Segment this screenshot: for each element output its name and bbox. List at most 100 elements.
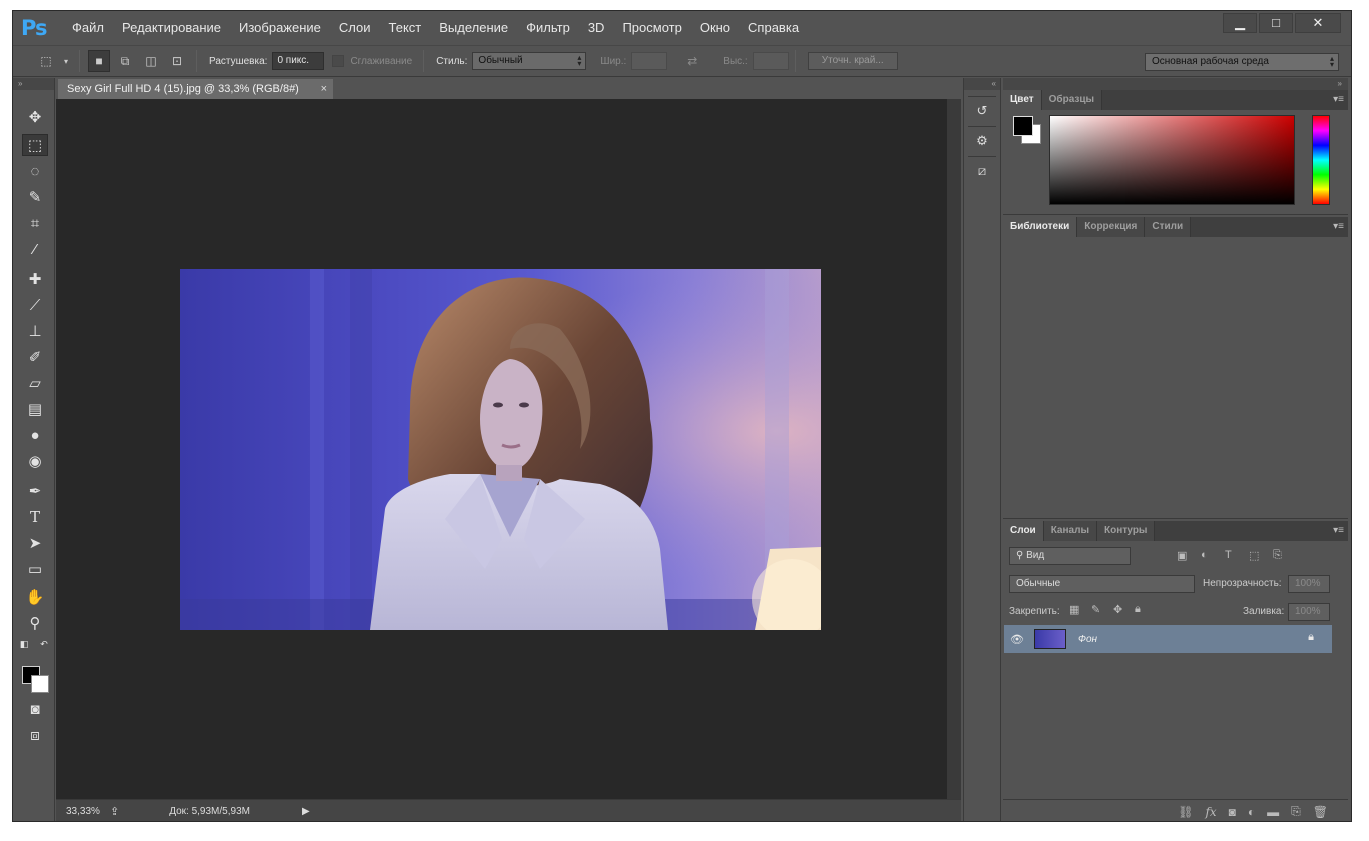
menu-filter[interactable]: Фильтр: [517, 11, 579, 45]
close-button[interactable]: ✕: [1295, 13, 1341, 33]
close-document-icon[interactable]: ×: [321, 79, 327, 99]
quick-mask-icon[interactable]: ◙: [22, 698, 48, 720]
paths-panel-icon[interactable]: ⧄: [968, 156, 996, 180]
move-icon[interactable]: ✥: [22, 106, 48, 128]
lock-transparency-icon[interactable]: ▦: [1069, 603, 1079, 616]
blur-icon[interactable]: ●: [22, 424, 48, 446]
panel-menu-icon[interactable]: ▾≡: [1333, 521, 1344, 541]
panels-collapse-icon[interactable]: »: [1003, 78, 1348, 90]
add-selection-icon[interactable]: ⧉: [114, 50, 136, 72]
link-layers-icon[interactable]: ⛓: [1178, 805, 1193, 819]
layer-style-fx-icon[interactable]: fx: [1205, 805, 1216, 819]
delete-layer-icon[interactable]: 🗑︎: [1313, 805, 1328, 819]
menu-edit[interactable]: Редактирование: [113, 11, 230, 45]
toolbar-collapse-icon[interactable]: »: [13, 78, 54, 90]
brush-icon[interactable]: ⟋: [22, 294, 48, 316]
minimize-button[interactable]: ▁: [1223, 13, 1257, 33]
feather-input[interactable]: 0 пикс.: [272, 52, 325, 70]
tab-layers[interactable]: Слои: [1003, 521, 1044, 541]
style-select[interactable]: Обычный ▴ ▾: [472, 52, 587, 70]
add-mask-icon[interactable]: ◙: [1229, 805, 1236, 819]
menu-file[interactable]: Файл: [63, 11, 113, 45]
filter-pixel-icon[interactable]: ▣: [1177, 549, 1187, 562]
panel-menu-icon[interactable]: ▾≡: [1333, 217, 1344, 237]
antialias-checkbox[interactable]: [332, 55, 345, 67]
tab-styles[interactable]: Стили: [1145, 217, 1192, 237]
marquee-preset-icon[interactable]: ⬚: [35, 50, 57, 72]
menu-3d[interactable]: 3D: [579, 11, 614, 45]
tab-libraries[interactable]: Библиотеки: [1003, 217, 1078, 237]
rectangle-icon[interactable]: ▭: [22, 558, 48, 580]
zoom-icon[interactable]: ⚲: [22, 612, 48, 634]
lock-pixels-icon[interactable]: ✎: [1091, 603, 1100, 616]
hue-slider[interactable]: [1312, 115, 1330, 205]
eyedropper-icon[interactable]: ⁄: [22, 238, 48, 260]
panel-menu-icon[interactable]: ▾≡: [1333, 90, 1344, 110]
export-icon[interactable]: ⇪: [110, 805, 119, 818]
eraser-icon[interactable]: ▱: [22, 372, 48, 394]
subtract-selection-icon[interactable]: ◫: [140, 50, 162, 72]
tab-adjustments[interactable]: Коррекция: [1077, 217, 1146, 237]
maximize-button[interactable]: □: [1259, 13, 1293, 33]
dock-collapse-icon[interactable]: «: [964, 78, 1000, 90]
properties-panel-icon[interactable]: ⚙: [968, 126, 996, 150]
status-menu-arrow-icon[interactable]: ▶: [302, 806, 310, 817]
adjustment-layer-icon[interactable]: ◐: [1248, 805, 1255, 819]
blend-mode-select[interactable]: Обычные: [1009, 575, 1195, 593]
fill-input[interactable]: 100%: [1288, 603, 1330, 621]
history-brush-icon[interactable]: ✐: [22, 346, 48, 368]
menu-type[interactable]: Текст: [380, 11, 431, 45]
tab-color[interactable]: Цвет: [1003, 90, 1042, 110]
menu-image[interactable]: Изображение: [230, 11, 330, 45]
swap-colors-icon[interactable]: ↶: [37, 638, 51, 650]
background-color-swatch[interactable]: [31, 675, 49, 693]
opacity-input[interactable]: 100%: [1288, 575, 1330, 593]
new-selection-icon[interactable]: ■: [88, 50, 110, 72]
preset-dropdown-icon[interactable]: ▾: [61, 50, 71, 72]
quick-select-icon[interactable]: ✎: [22, 186, 48, 208]
menu-window[interactable]: Окно: [691, 11, 739, 45]
intersect-selection-icon[interactable]: ⊡: [166, 50, 188, 72]
zoom-level[interactable]: 33,33%: [66, 806, 102, 817]
healing-brush-icon[interactable]: ✚: [22, 268, 48, 290]
filter-shape-icon[interactable]: ⬚: [1249, 549, 1259, 562]
default-colors-icon[interactable]: ◧: [17, 638, 31, 650]
lasso-icon[interactable]: ◌: [22, 160, 48, 182]
pen-icon[interactable]: ✒: [22, 480, 48, 502]
tab-swatches[interactable]: Образцы: [1041, 90, 1103, 110]
clone-stamp-icon[interactable]: ⊥: [22, 320, 48, 342]
color-foreground-swatch[interactable]: [1013, 116, 1033, 136]
menu-view[interactable]: Просмотр: [613, 11, 690, 45]
visibility-eye-icon[interactable]: 👁︎: [1004, 633, 1030, 646]
tab-channels[interactable]: Каналы: [1043, 521, 1097, 541]
filter-type-icon[interactable]: T: [1225, 549, 1232, 561]
menu-layer[interactable]: Слои: [330, 11, 380, 45]
gradient-icon[interactable]: ▤: [22, 398, 48, 420]
screen-mode-icon[interactable]: ⧈: [22, 724, 48, 746]
color-spectrum[interactable]: [1049, 115, 1295, 205]
menu-help[interactable]: Справка: [739, 11, 808, 45]
menu-select[interactable]: Выделение: [430, 11, 517, 45]
lock-position-icon[interactable]: ✥: [1113, 603, 1122, 616]
tab-paths[interactable]: Контуры: [1096, 521, 1156, 541]
filter-adjustment-icon[interactable]: ◐: [1201, 549, 1208, 561]
layer-row[interactable]: 👁︎ Фон 🔒︎: [1004, 625, 1332, 653]
new-group-icon[interactable]: ▬: [1267, 805, 1279, 819]
path-select-icon[interactable]: ➤: [22, 532, 48, 554]
new-layer-icon[interactable]: ⎘: [1291, 804, 1301, 819]
history-panel-icon[interactable]: ↺: [968, 96, 996, 120]
vertical-scrollbar[interactable]: [947, 99, 961, 799]
type-icon[interactable]: T: [22, 506, 48, 528]
crop-icon[interactable]: ⌗: [22, 212, 48, 234]
swap-icon[interactable]: ⇄: [681, 50, 703, 72]
hand-icon[interactable]: ✋: [22, 586, 48, 608]
document-tab[interactable]: Sexy Girl Full HD 4 (15).jpg @ 33,3% (RG…: [58, 79, 333, 99]
lock-all-icon[interactable]: 🔒︎: [1135, 603, 1141, 616]
dodge-icon[interactable]: ◉: [22, 450, 48, 472]
workspace-select[interactable]: Основная рабочая среда ▴ ▾: [1145, 53, 1339, 71]
canvas-area[interactable]: [56, 99, 947, 799]
refine-edge-button[interactable]: Уточн. край...: [807, 52, 898, 70]
layer-filter-select[interactable]: ⚲ Вид: [1009, 547, 1131, 565]
width-input[interactable]: [631, 52, 668, 70]
height-input[interactable]: [752, 52, 789, 70]
